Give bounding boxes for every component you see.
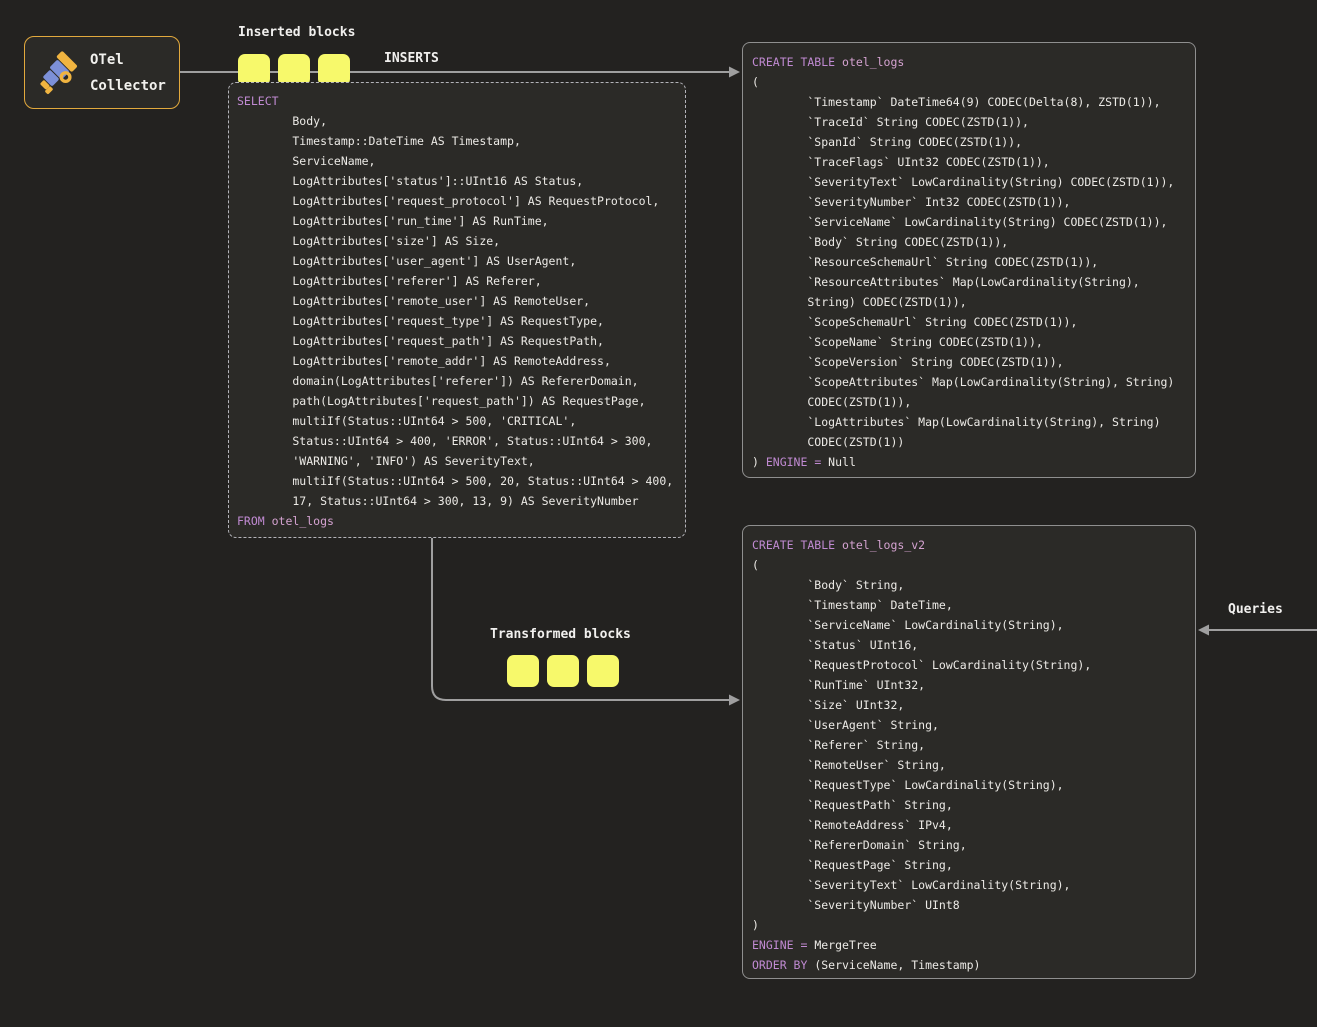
transformed-block (507, 655, 539, 687)
inserts-arrow-label: INSERTS (384, 51, 439, 66)
inserted-blocks-label: Inserted blocks (238, 25, 355, 40)
transformed-blocks-group (507, 655, 619, 687)
queries-arrowhead (1198, 625, 1209, 636)
transformed-block (587, 655, 619, 687)
create-table-otel-logs-sql: CREATE TABLE otel_logs( `Timestamp` Date… (742, 42, 1196, 478)
materialized-view-select-query: SELECT Body, Timestamp::DateTime AS Time… (228, 82, 686, 538)
diagram-canvas: OTel Collector Inserted blocks INSERTS S… (0, 0, 1317, 1027)
otel-collector-node: OTel Collector (24, 36, 180, 109)
telescope-icon (35, 50, 81, 96)
transformed-blocks-label: Transformed blocks (490, 627, 631, 642)
create-table-otel-logs-v2-sql: CREATE TABLE otel_logs_v2( `Body` String… (742, 525, 1196, 979)
inserts-arrowhead (729, 67, 740, 78)
queries-arrow-label: Queries (1228, 602, 1283, 617)
collector-title-line1: OTel (90, 47, 166, 73)
transformed-block (547, 655, 579, 687)
transform-arrowhead (729, 695, 740, 706)
collector-title-line2: Collector (90, 73, 166, 99)
